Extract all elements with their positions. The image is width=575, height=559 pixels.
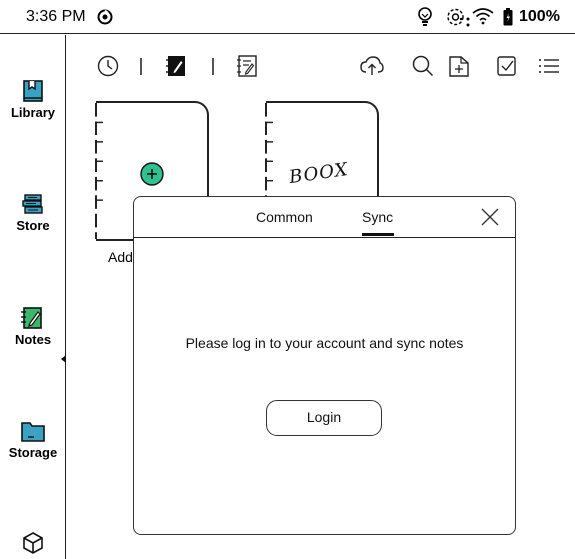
refresh-icon <box>446 8 465 31</box>
login-button[interactable]: Login <box>266 400 382 436</box>
sidebar-item-label: Storage <box>8 445 58 460</box>
sync-dialog: Common Sync Please log in to your accoun… <box>133 196 516 535</box>
toolbar-divider <box>212 58 214 75</box>
store-icon <box>0 192 66 216</box>
active-indicator <box>61 355 66 363</box>
sidebar-item-storage[interactable]: Storage <box>0 419 66 460</box>
close-icon[interactable] <box>481 208 499 231</box>
sync-status-icon <box>97 9 113 30</box>
status-time: 3:36 PM <box>26 8 86 25</box>
status-bar: 3:36 PM 100% <box>0 0 575 34</box>
recent-clock-icon[interactable] <box>97 55 119 82</box>
select-checkbox-icon[interactable] <box>497 55 517 82</box>
tab-sync[interactable]: Sync <box>362 209 393 225</box>
sidebar-item-label: Store <box>16 218 50 233</box>
storage-icon <box>0 419 66 443</box>
battery-percent: 100% <box>519 8 560 25</box>
wifi-icon <box>472 7 494 30</box>
notes-icon <box>0 306 66 330</box>
cloud-sync-icon[interactable] <box>360 55 384 82</box>
add-notebook-caption: Add <box>108 249 133 265</box>
apps-cube-icon <box>0 531 66 555</box>
tab-common[interactable]: Common <box>256 209 313 225</box>
sidebar-item-label: Notes <box>14 332 52 347</box>
sidebar-item-store[interactable]: Store <box>0 192 66 233</box>
handwriting-notes-icon[interactable] <box>166 55 186 82</box>
text-notes-icon[interactable] <box>236 55 258 82</box>
sync-message: Please log in to your account and sync n… <box>185 335 464 351</box>
sidebar-item-apps[interactable] <box>0 531 66 555</box>
sidebar: Library Store Notes Storage <box>0 35 66 559</box>
library-icon <box>0 79 66 103</box>
sidebar-item-label: Library <box>10 105 56 120</box>
notebook-spine <box>95 103 103 239</box>
new-folder-icon[interactable] <box>449 55 469 82</box>
toolbar-divider <box>140 58 142 75</box>
separator-dots-icon <box>466 14 470 32</box>
battery-icon <box>503 8 513 31</box>
active-tab-indicator <box>362 233 394 236</box>
search-icon[interactable] <box>412 55 434 82</box>
view-list-icon[interactable] <box>538 55 560 82</box>
bulb-icon <box>417 7 433 32</box>
sidebar-item-notes[interactable]: Notes <box>0 306 66 347</box>
add-plus-icon[interactable] <box>139 161 165 192</box>
dialog-tab-bar: Common Sync <box>134 197 515 238</box>
sidebar-item-library[interactable]: Library <box>0 79 66 120</box>
